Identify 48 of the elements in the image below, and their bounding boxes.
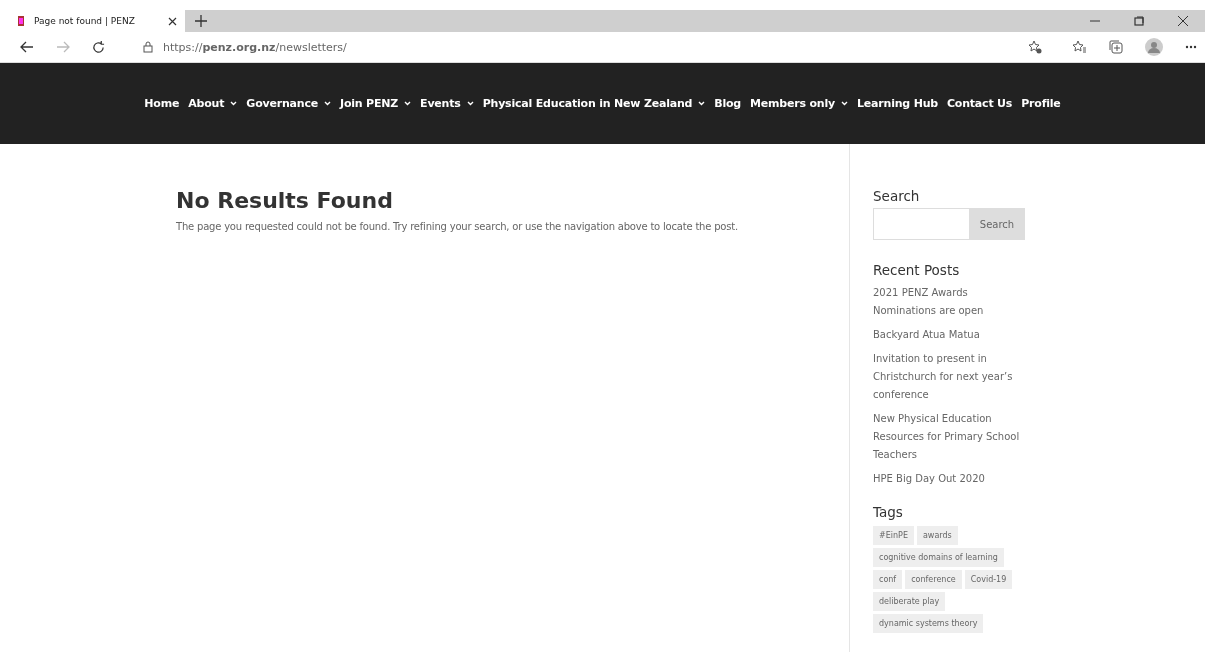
add-favorite-icon[interactable] <box>1028 40 1042 54</box>
nav-link[interactable]: Events <box>420 97 474 110</box>
tag-link[interactable]: conference <box>905 570 962 589</box>
lock-icon <box>143 41 153 53</box>
more-icon[interactable] <box>1185 45 1197 49</box>
nav-link[interactable]: Profile <box>1021 97 1061 110</box>
tag-link[interactable]: deliberate play <box>873 592 946 611</box>
close-icon[interactable] <box>168 16 177 26</box>
close-icon[interactable] <box>1178 16 1188 26</box>
nav-link[interactable]: About <box>188 97 238 110</box>
nav-link[interactable]: Physical Education in New Zealand <box>482 97 706 110</box>
profile-avatar-icon[interactable] <box>1145 38 1163 56</box>
url-text: https://penz.org.nz/newsletters/ <box>163 40 347 54</box>
tag-link[interactable]: conf <box>873 570 903 589</box>
browser-tab[interactable]: Page not found | PENZ <box>0 10 185 32</box>
not-found-message: The page you requested could not be found. Try refining your search, or use the navigation above to locate the post. <box>176 221 739 232</box>
nav-link[interactable]: Learning Hub <box>857 97 938 110</box>
post-link[interactable]: New Physical Education Resources for Primary School Teachers <box>873 410 1033 464</box>
page-heading: No Results Found <box>176 188 394 213</box>
widget-title: Tags <box>873 504 903 520</box>
post-link[interactable]: Backyard Atua Matua <box>873 326 1033 344</box>
search-field[interactable] <box>873 208 969 240</box>
tag-link[interactable]: awards <box>916 526 958 545</box>
post-link[interactable]: 2021 PENZ Awards Nominations are open <box>873 284 1033 320</box>
widget-title: Search <box>873 188 920 204</box>
tag-link[interactable]: dynamic systems theory <box>873 614 984 633</box>
back-icon[interactable] <box>20 41 34 53</box>
tag-link[interactable]: #EinPE <box>873 526 914 545</box>
search-button[interactable]: Search <box>969 208 1025 240</box>
tag-link[interactable]: cognitive domains of learning <box>873 548 1004 567</box>
nav-link[interactable]: Governance <box>246 97 331 110</box>
post-link[interactable]: Invitation to present in Christchurch for next year’s conference <box>873 350 1033 404</box>
collections-icon[interactable] <box>1109 40 1123 54</box>
nav-link[interactable]: Home <box>144 97 180 110</box>
favorites-icon[interactable] <box>1072 40 1087 54</box>
nav-link[interactable]: Join PENZ <box>340 97 412 110</box>
nav-link[interactable]: Blog <box>714 97 742 110</box>
post-link[interactable]: HPE Big Day Out 2020 <box>873 470 1033 488</box>
maximize-icon[interactable] <box>1134 16 1144 26</box>
tab-title: Page not found | PENZ <box>34 16 136 26</box>
address-field[interactable]: https://penz.org.nz/newsletters/ <box>127 34 1050 60</box>
tag-link[interactable]: Covid-19 <box>964 570 1013 589</box>
nav-link[interactable]: Contact Us <box>946 97 1013 110</box>
site-logo-icon <box>16 15 26 27</box>
refresh-icon[interactable] <box>92 40 105 54</box>
widget-title: Recent Posts <box>873 262 960 278</box>
new-tab-icon[interactable] <box>195 15 207 27</box>
nav-link[interactable]: Members only <box>750 97 848 110</box>
